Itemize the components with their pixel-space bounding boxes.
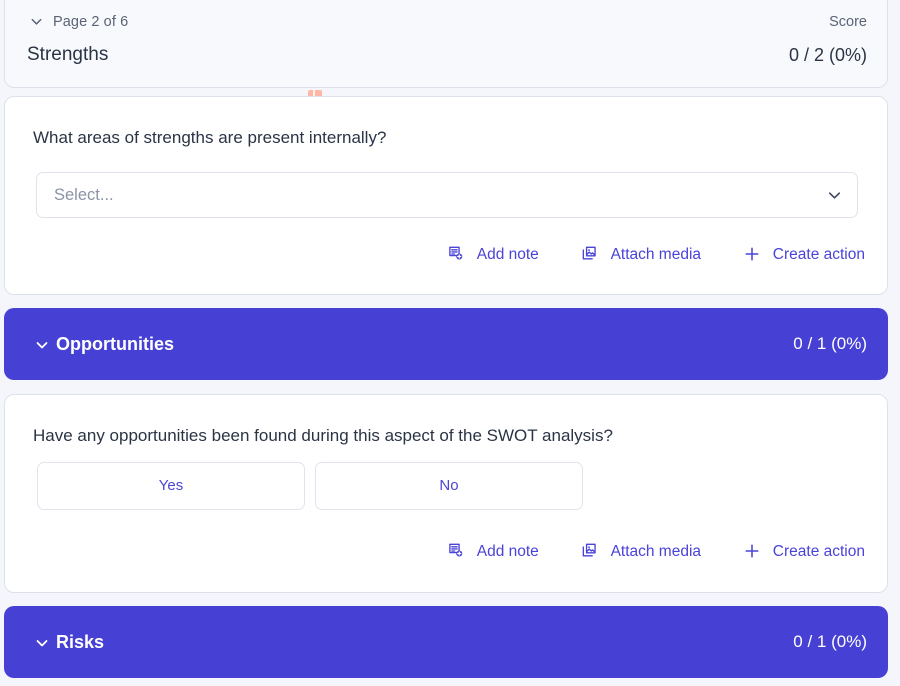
choice-button-no[interactable]: No <box>315 462 583 510</box>
plus-icon <box>743 245 761 263</box>
create-action-label: Create action <box>772 543 865 560</box>
question-text: Have any opportunities been found during… <box>33 426 613 445</box>
section-score-value: 0 / 1 (0%) <box>793 632 867 651</box>
section-title: Risks <box>56 632 105 652</box>
chevron-down-icon[interactable] <box>34 337 50 353</box>
attach-media-label: Attach media <box>610 246 702 263</box>
inspection-page: Page 2 of 6 Score Strengths 0 / 2 (0%) W… <box>0 0 900 686</box>
section-header-risks[interactable]: Risks 0 / 1 (0%) <box>4 606 888 678</box>
note-add-icon <box>447 245 465 263</box>
chevron-down-icon[interactable] <box>34 635 50 651</box>
add-note-label: Add note <box>476 543 539 560</box>
question-card-strengths: What areas of strengths are present inte… <box>4 96 888 295</box>
page-title: Strengths <box>27 44 109 65</box>
section-title: Opportunities <box>56 334 174 354</box>
page-indicator-label: Page 2 of 6 <box>53 14 129 30</box>
question-card-opportunities: Have any opportunities been found during… <box>4 394 888 593</box>
choice-button-yes[interactable]: Yes <box>37 462 305 510</box>
create-action-label: Create action <box>772 246 865 263</box>
add-note-button[interactable]: Add note <box>447 541 539 563</box>
score-caption: Score <box>829 14 867 30</box>
add-note-label: Add note <box>476 246 539 263</box>
select-input[interactable]: Select... <box>36 172 858 218</box>
question-actions-row: Add note Attach media Create action <box>447 244 865 266</box>
chevron-down-icon[interactable] <box>29 14 44 29</box>
note-add-icon <box>447 542 465 560</box>
attach-media-label: Attach media <box>610 543 702 560</box>
create-action-button[interactable]: Create action <box>743 244 865 266</box>
question-actions-row: Add note Attach media Create action <box>447 541 865 563</box>
section-header-opportunities[interactable]: Opportunities 0 / 1 (0%) <box>4 308 888 380</box>
plus-icon <box>743 542 761 560</box>
page-header-top-row: Page 2 of 6 Score <box>5 11 887 33</box>
attach-media-button[interactable]: Attach media <box>581 244 701 266</box>
page-header-card[interactable]: Page 2 of 6 Score Strengths 0 / 2 (0%) <box>4 0 888 88</box>
page-header-bottom-row: Strengths 0 / 2 (0%) <box>5 41 887 71</box>
page-score-value: 0 / 2 (0%) <box>788 45 867 65</box>
image-stack-icon <box>581 542 599 560</box>
select-placeholder: Select... <box>54 186 114 204</box>
question-text: What areas of strengths are present inte… <box>33 128 387 147</box>
create-action-button[interactable]: Create action <box>743 541 865 563</box>
add-note-button[interactable]: Add note <box>447 244 539 266</box>
chevron-down-icon[interactable] <box>826 187 843 204</box>
section-score-value: 0 / 1 (0%) <box>793 334 867 353</box>
image-stack-icon <box>581 245 599 263</box>
attach-media-button[interactable]: Attach media <box>581 541 701 563</box>
